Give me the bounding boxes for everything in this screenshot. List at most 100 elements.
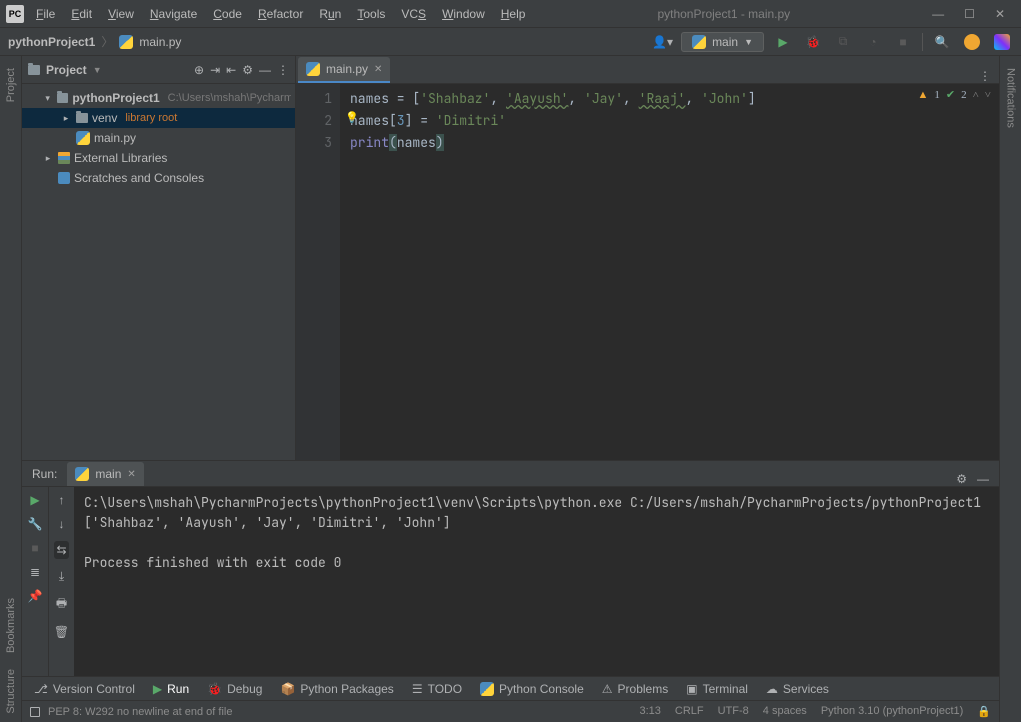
next-highlight-icon[interactable]: ˅ bbox=[985, 89, 991, 101]
stop-button[interactable]: ■ bbox=[892, 31, 914, 53]
code-text[interactable]: names = ['Shahbaz', 'Aayush', 'Jay', 'Ra… bbox=[340, 84, 999, 460]
tab-debug[interactable]: 🐞Debug bbox=[207, 682, 262, 696]
tab-python-packages[interactable]: 📦Python Packages bbox=[280, 682, 393, 696]
more-icon[interactable]: ⋮ bbox=[277, 63, 289, 77]
chevron-right-icon[interactable]: ▸ bbox=[42, 153, 54, 164]
close-icon[interactable]: ✕ bbox=[995, 7, 1005, 21]
chevron-down-icon[interactable]: ▼ bbox=[93, 65, 102, 75]
scratches-icon bbox=[58, 172, 70, 184]
problems-widget[interactable]: ▲ 1 ✔ 2 ˄ ˅ bbox=[917, 88, 991, 101]
tab-todo[interactable]: ☰TODO bbox=[412, 682, 462, 696]
prev-highlight-icon[interactable]: ˄ bbox=[973, 89, 979, 101]
toolwindow-notifications-tab[interactable]: Notifications bbox=[1005, 60, 1017, 136]
scroll-end-icon[interactable]: ⤓ bbox=[59, 569, 64, 584]
status-message[interactable]: PEP 8: W292 no newline at end of file bbox=[48, 706, 232, 718]
tree-venv[interactable]: ▸ venv library root bbox=[22, 108, 295, 128]
debug-button[interactable]: 🐞 bbox=[802, 31, 824, 53]
line-separator[interactable]: CRLF bbox=[675, 705, 704, 718]
select-opened-icon[interactable]: ⊕ bbox=[194, 63, 204, 77]
minimize-icon[interactable]: — bbox=[932, 7, 944, 21]
pin-icon[interactable]: 📌 bbox=[28, 589, 43, 603]
menu-help[interactable]: Help bbox=[501, 7, 526, 21]
tree-scratches[interactable]: Scratches and Consoles bbox=[22, 168, 295, 188]
tree-mainpy[interactable]: main.py bbox=[22, 128, 295, 148]
run-config-select[interactable]: main ▼ bbox=[681, 32, 764, 52]
toolwindow-bookmarks-tab[interactable]: Bookmarks bbox=[5, 590, 17, 661]
editor-tab-mainpy[interactable]: main.py ✕ bbox=[298, 57, 390, 83]
editor-more-icon[interactable]: ⋮ bbox=[971, 69, 999, 83]
stop-button[interactable]: ■ bbox=[31, 541, 38, 555]
tab-services[interactable]: ☁Services bbox=[766, 682, 829, 696]
menu-navigate[interactable]: Navigate bbox=[150, 7, 197, 21]
close-tab-icon[interactable]: ✕ bbox=[374, 64, 382, 75]
tab-python-console[interactable]: Python Console bbox=[480, 682, 584, 696]
ide-assist-icon[interactable] bbox=[961, 31, 983, 53]
maximize-icon[interactable]: ☐ bbox=[964, 7, 975, 21]
chevron-right-icon[interactable]: ▸ bbox=[60, 113, 72, 124]
soft-wrap-icon[interactable]: ⇆ bbox=[54, 541, 68, 559]
breadcrumb-file[interactable]: main.py bbox=[139, 35, 181, 49]
layout-icon[interactable]: ≣ bbox=[30, 565, 40, 579]
account-icon[interactable]: 👤▾ bbox=[652, 35, 673, 49]
typo-icon: ✔ bbox=[946, 88, 955, 101]
tab-terminal[interactable]: ▣Terminal bbox=[686, 682, 748, 696]
tree-external-libraries[interactable]: ▸ External Libraries bbox=[22, 148, 295, 168]
menu-edit[interactable]: Edit bbox=[71, 7, 92, 21]
hide-panel-icon[interactable]: — bbox=[259, 63, 271, 77]
code-editor[interactable]: 1 2 3 names = ['Shahbaz', 'Aayush', 'Jay… bbox=[296, 84, 999, 460]
menu-vcs[interactable]: VCS bbox=[401, 7, 426, 21]
code-with-me-icon[interactable] bbox=[991, 31, 1013, 53]
python-file-icon bbox=[480, 682, 494, 696]
line-number[interactable]: 3 bbox=[296, 132, 332, 154]
tab-problems[interactable]: ⚠Problems bbox=[602, 682, 668, 696]
print-icon[interactable]: 🖶 bbox=[56, 594, 67, 615]
project-panel-title[interactable]: Project bbox=[46, 63, 87, 77]
titlebar: PC File Edit View Navigate Code Refactor… bbox=[0, 0, 1021, 28]
line-number[interactable]: 1 bbox=[296, 88, 332, 110]
down-stack-icon[interactable]: ↓ bbox=[59, 517, 65, 531]
close-tab-icon[interactable]: ✕ bbox=[127, 469, 135, 480]
collapse-all-icon[interactable]: ⇤ bbox=[226, 63, 236, 77]
hide-panel-icon[interactable]: — bbox=[977, 472, 989, 486]
intention-bulb-icon[interactable]: 💡 bbox=[345, 111, 359, 125]
chevron-down-icon[interactable]: ▾ bbox=[42, 93, 53, 104]
settings-icon[interactable]: ⚙ bbox=[956, 472, 967, 486]
run-tab-main[interactable]: main ✕ bbox=[67, 462, 143, 486]
tree-project-root[interactable]: ▾ pythonProject1 C:\Users\mshah\PycharmP bbox=[22, 88, 295, 108]
tree-path: C:\Users\mshah\PycharmP bbox=[168, 92, 291, 104]
toolwindow-project-tab[interactable]: Project bbox=[5, 60, 17, 110]
breadcrumb[interactable]: pythonProject1 〉 main.py bbox=[8, 33, 181, 50]
caret-position[interactable]: 3:13 bbox=[639, 705, 660, 718]
run-sub-toolbar: ↑ ↓ ⇆ ⤓ 🖶 🗑 bbox=[48, 487, 74, 676]
modify-run-icon[interactable]: 🔧 bbox=[28, 517, 43, 531]
file-encoding[interactable]: UTF-8 bbox=[718, 705, 749, 718]
clear-icon[interactable]: 🗑 bbox=[54, 625, 69, 639]
search-icon[interactable]: 🔍 bbox=[931, 31, 953, 53]
line-number[interactable]: 2 bbox=[296, 110, 332, 132]
profile-button[interactable]: ◔ bbox=[862, 31, 884, 53]
menu-file[interactable]: File bbox=[36, 7, 55, 21]
rerun-button[interactable]: ▶ bbox=[30, 493, 39, 507]
toolwindow-structure-tab[interactable]: Structure bbox=[5, 661, 17, 722]
menu-code[interactable]: Code bbox=[213, 7, 242, 21]
menu-run[interactable]: Run bbox=[319, 7, 341, 21]
coverage-button[interactable]: ⧉ bbox=[832, 31, 854, 53]
run-button[interactable]: ▶ bbox=[772, 31, 794, 53]
expand-all-icon[interactable]: ⇥ bbox=[210, 63, 220, 77]
menu-refactor[interactable]: Refactor bbox=[258, 7, 303, 21]
project-tree[interactable]: ▾ pythonProject1 C:\Users\mshah\PycharmP… bbox=[22, 84, 295, 192]
indent-settings[interactable]: 4 spaces bbox=[763, 705, 807, 718]
settings-icon[interactable]: ⚙ bbox=[242, 63, 253, 77]
up-stack-icon[interactable]: ↑ bbox=[59, 493, 65, 507]
tool-windows-icon[interactable] bbox=[30, 707, 40, 717]
tab-version-control[interactable]: ⎇Version Control bbox=[34, 682, 135, 696]
menu-window[interactable]: Window bbox=[442, 7, 485, 21]
console-output[interactable]: C:\Users\mshah\PycharmProjects\pythonPro… bbox=[74, 487, 999, 676]
line-number-gutter[interactable]: 1 2 3 bbox=[296, 84, 340, 460]
lock-icon[interactable]: 🔒 bbox=[977, 705, 991, 718]
breadcrumb-project[interactable]: pythonProject1 bbox=[8, 35, 95, 49]
tab-run[interactable]: ▶Run bbox=[153, 682, 189, 696]
menu-tools[interactable]: Tools bbox=[357, 7, 385, 21]
interpreter-label[interactable]: Python 3.10 (pythonProject1) bbox=[821, 705, 963, 718]
menu-view[interactable]: View bbox=[108, 7, 134, 21]
